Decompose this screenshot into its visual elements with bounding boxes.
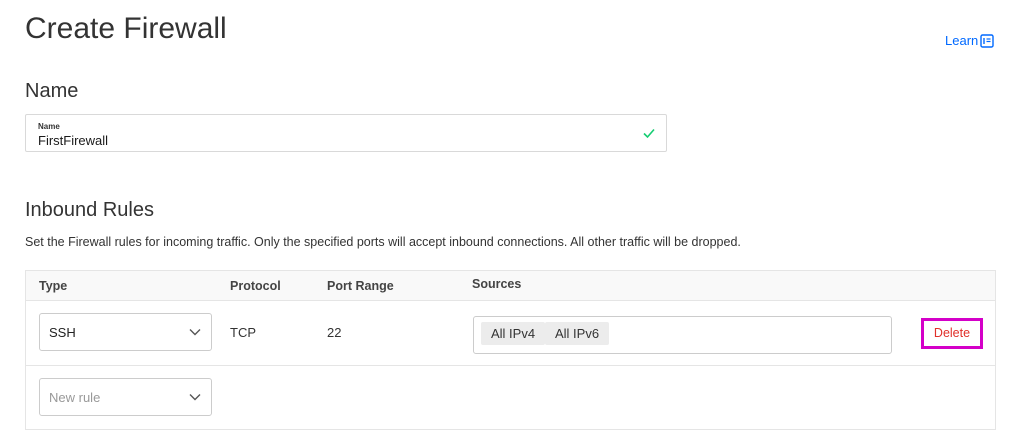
column-header-type: Type [39, 279, 68, 293]
table-header: Type Protocol Port Range Sources [26, 271, 995, 301]
rule-protocol: TCP [230, 325, 256, 340]
new-rule-select[interactable]: New rule [39, 378, 212, 416]
source-tag[interactable]: All IPv6 [545, 322, 610, 345]
inbound-rules-description: Set the Firewall rules for incoming traf… [25, 235, 741, 249]
table-row: SSH TCP 22 All IPv4 All IPv6 Delete [26, 301, 995, 366]
delete-rule-button[interactable]: Delete [921, 318, 983, 349]
name-section-heading: Name [25, 80, 79, 102]
column-header-protocol: Protocol [230, 279, 281, 293]
chevron-down-icon [189, 329, 201, 336]
document-icon [980, 33, 994, 48]
page-title: Create Firewall [25, 12, 227, 45]
new-rule-placeholder: New rule [49, 390, 101, 405]
name-field-label: Name [38, 122, 60, 131]
rule-type-value: SSH [49, 325, 76, 340]
inbound-rules-heading: Inbound Rules [25, 199, 154, 221]
learn-label: Learn [945, 33, 979, 48]
learn-link[interactable]: Learn [945, 33, 994, 48]
source-tag[interactable]: All IPv4 [481, 322, 546, 345]
rule-port-range: 22 [327, 325, 342, 340]
rule-sources-input[interactable]: All IPv4 All IPv6 [473, 316, 892, 354]
column-header-port-range: Port Range [327, 279, 394, 293]
inbound-rules-table: Type Protocol Port Range Sources SSH TCP… [25, 270, 996, 430]
check-icon [643, 128, 655, 139]
name-field[interactable]: Name [25, 114, 667, 152]
name-input[interactable] [38, 133, 628, 148]
column-header-sources: Sources [472, 277, 522, 291]
rule-type-select[interactable]: SSH [39, 313, 212, 351]
chevron-down-icon [189, 394, 201, 401]
